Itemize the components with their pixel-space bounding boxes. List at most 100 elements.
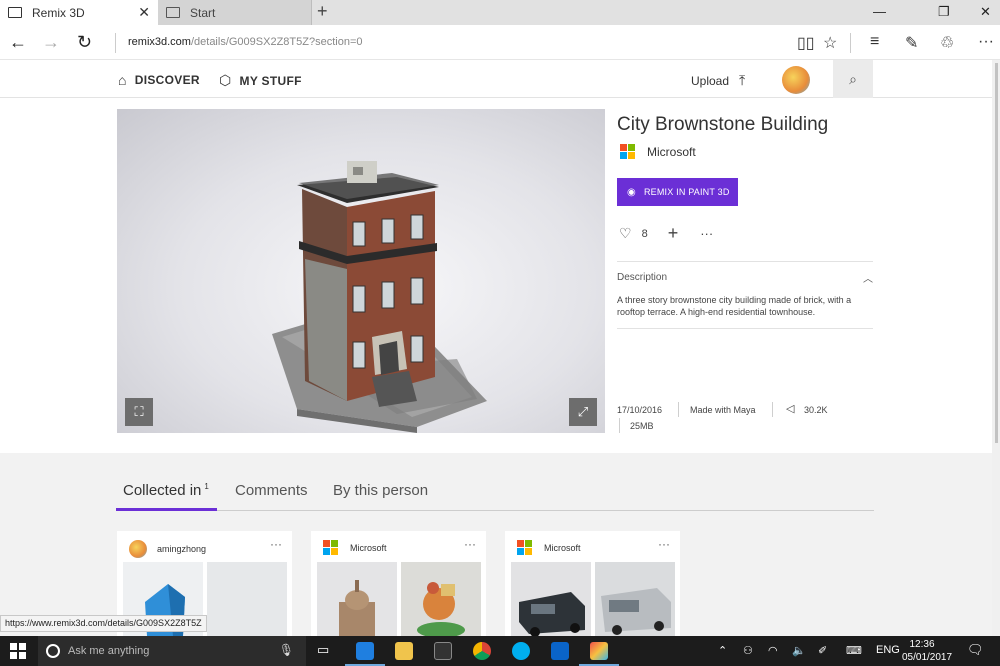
refresh-icon[interactable]: ↻ — [77, 32, 92, 53]
add-to-collection-icon[interactable]: + — [668, 223, 679, 244]
model-title: City Brownstone Building — [617, 114, 829, 135]
more-options-icon[interactable]: ··· — [464, 537, 476, 551]
upload-button[interactable]: Upload ⤒ — [691, 72, 745, 89]
cube-icon: ⬡ — [219, 72, 232, 88]
url-host: remix3d.com — [128, 36, 191, 48]
thumbnail[interactable] — [595, 562, 675, 636]
tab-comments[interactable]: Comments — [235, 482, 308, 499]
palette-icon: ◉ — [627, 186, 636, 198]
divider — [678, 402, 679, 417]
close-window-icon[interactable]: ✕ — [980, 4, 991, 20]
avatar[interactable] — [782, 66, 810, 94]
triangle-count: 30.2K — [804, 405, 828, 415]
search-icon: ⌕ — [849, 70, 857, 87]
edge-icon[interactable] — [356, 642, 374, 660]
more-options-icon[interactable]: ··· — [700, 226, 713, 241]
model-author[interactable]: Microsoft — [620, 144, 696, 159]
address-bar: ← → ↻ remix3d.com/details/G009SX2Z8T5Z?s… — [0, 25, 1000, 60]
model-details: ⛶ ⤢ City Brownstone Building Microsoft ◉… — [0, 98, 1000, 453]
url-field[interactable]: remix3d.com/details/G009SX2Z8T5Z?section… — [128, 36, 362, 48]
windows-start-icon[interactable] — [10, 643, 26, 659]
url-path: /details/G009SX2Z8T5Z?section=0 — [190, 36, 363, 48]
microsoft-logo-icon — [517, 540, 532, 555]
author-name: Microsoft — [647, 144, 696, 159]
paint3d-icon[interactable] — [590, 642, 608, 660]
divider — [772, 402, 773, 417]
clock[interactable]: 12:36 05/01/2017 — [902, 638, 952, 664]
action-center-icon[interactable]: 🗨 — [967, 642, 984, 658]
like-count: 8 — [641, 227, 648, 240]
microphone-icon[interactable]: 🎙 — [279, 643, 294, 657]
collection-card[interactable]: Microsoft ··· — [311, 531, 486, 638]
more-options-icon[interactable]: ··· — [270, 537, 282, 551]
more-icon[interactable]: ··· — [978, 33, 994, 51]
wifi-icon[interactable]: ◠ — [768, 644, 778, 657]
ar-view-button[interactable]: ⛶ — [125, 398, 153, 426]
microsoft-logo-icon — [620, 144, 635, 159]
thumbnail[interactable] — [401, 562, 481, 638]
chrome-icon[interactable] — [473, 642, 491, 660]
back-icon[interactable]: ← — [9, 32, 27, 53]
clock-time: 12:36 — [909, 639, 935, 650]
fullscreen-button[interactable]: ⤢ — [569, 398, 597, 426]
nav-discover[interactable]: ⌂ DISCOVER — [118, 72, 200, 88]
task-view-icon[interactable]: ▭ — [317, 642, 329, 658]
heart-icon[interactable]: ♡ — [619, 225, 632, 242]
tab-remix3d[interactable]: Remix 3D ✕ — [0, 0, 158, 25]
reading-view-icon[interactable]: ▯▯ — [797, 33, 815, 53]
forward-icon[interactable]: → — [42, 32, 60, 53]
site-header: ⌂ DISCOVER ⬡ MY STUFF Upload ⤒ ⌕ — [0, 60, 1000, 98]
model-viewer[interactable]: ⛶ ⤢ — [117, 109, 605, 433]
model-actions: ♡ 8 + ··· — [619, 223, 713, 244]
pen-icon[interactable]: ✐ — [818, 644, 827, 657]
cortana-search-input[interactable]: Ask me anything 🎙 — [38, 636, 306, 666]
favorite-star-icon[interactable]: ☆ — [823, 33, 837, 53]
card-author[interactable]: Microsoft — [323, 540, 387, 555]
divider — [619, 418, 620, 433]
chevron-up-icon[interactable]: ⌃ — [718, 644, 727, 657]
collection-card[interactable]: Microsoft ··· — [505, 531, 680, 637]
people-icon[interactable]: ⚇ — [743, 644, 753, 657]
keyboard-icon[interactable]: ⌨ — [846, 644, 862, 657]
web-note-icon[interactable]: ✎ — [905, 33, 918, 53]
card-author-name: Microsoft — [350, 542, 387, 553]
maximize-icon[interactable]: ❐ — [938, 4, 950, 20]
hub-icon[interactable]: ≡ — [870, 33, 879, 51]
card-author[interactable]: Microsoft — [517, 540, 581, 555]
nav-my-stuff[interactable]: ⬡ MY STUFF — [219, 72, 302, 89]
description-label: Description — [617, 272, 668, 283]
remix-in-paint3d-button[interactable]: ◉ REMIX IN PAINT 3D — [617, 178, 738, 206]
search-placeholder: Ask me anything — [68, 645, 150, 657]
close-tab-icon[interactable]: ✕ — [138, 4, 150, 21]
tab-start[interactable]: Start — [158, 0, 312, 25]
thumbnail[interactable] — [317, 562, 397, 636]
thumbnail[interactable] — [207, 562, 287, 636]
store-icon[interactable] — [434, 642, 452, 660]
tab-label: Start — [190, 5, 216, 20]
more-options-icon[interactable]: ··· — [658, 537, 670, 551]
expand-icon: ⤢ — [577, 404, 589, 419]
skype-icon[interactable] — [512, 642, 530, 660]
card-author[interactable]: amingzhong — [129, 540, 206, 558]
related-section: Collected in 1 Comments By this person am… — [0, 453, 1000, 638]
made-with: Made with Maya — [690, 405, 756, 415]
volume-icon[interactable]: 🔈 — [792, 644, 806, 657]
triangle-icon: ◁ — [786, 403, 795, 415]
scrollbar-thumb[interactable] — [995, 63, 998, 443]
tab-collected-in[interactable]: Collected in 1 — [123, 482, 209, 499]
tab-collected-in-label: Collected in — [123, 482, 202, 499]
chevron-up-icon[interactable]: ︿ — [863, 270, 873, 285]
tab-by-this-person[interactable]: By this person — [333, 482, 428, 499]
minimize-icon[interactable]: — — [873, 4, 886, 19]
search-button[interactable]: ⌕ — [833, 60, 873, 98]
outlook-icon[interactable] — [551, 642, 569, 660]
language-indicator[interactable]: ENG — [876, 644, 900, 656]
browser-tab-bar: Remix 3D ✕ Start + — ❐ ✕ — [0, 0, 1000, 25]
new-tab-button[interactable]: + — [317, 1, 328, 22]
file-explorer-icon[interactable] — [395, 642, 413, 660]
thumbnail[interactable] — [511, 562, 591, 637]
building-model-image — [272, 161, 487, 433]
cortana-icon — [46, 644, 60, 658]
share-icon[interactable]: ♲ — [940, 33, 954, 53]
upload-arrow-icon: ⤒ — [739, 72, 746, 88]
